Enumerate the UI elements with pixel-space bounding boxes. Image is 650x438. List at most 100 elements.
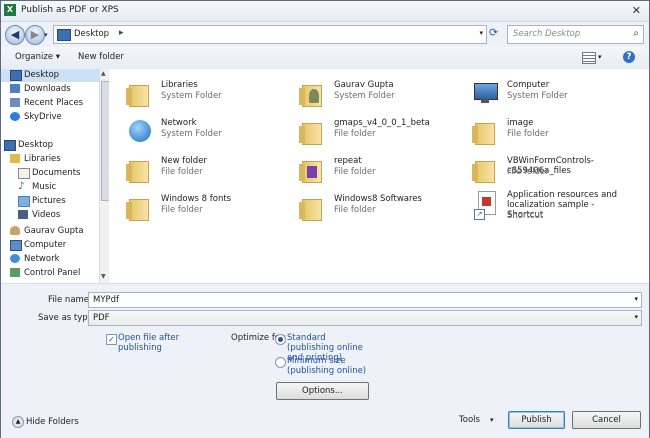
file-type: System Folder xyxy=(334,91,395,101)
sidebar-item-label: Desktop xyxy=(18,140,54,150)
forward-button[interactable]: ▶ xyxy=(25,25,45,45)
file-item-gmaps[interactable]: gmaps_v4_0_0_1_beta File folder xyxy=(299,115,469,149)
folder-icon xyxy=(472,155,500,183)
file-item-windows8-softwares[interactable]: Windows8 Softwares File folder xyxy=(299,191,469,225)
file-item-image[interactable]: image File folder xyxy=(472,115,642,149)
network-icon xyxy=(10,254,20,263)
cancel-button[interactable]: Cancel xyxy=(572,411,641,429)
file-item-vbwinformcontrols[interactable]: VBWinFormControls-c859406a_files File fo… xyxy=(472,153,642,187)
desktop-icon xyxy=(4,140,16,151)
view-dropdown-icon[interactable]: ▾ xyxy=(598,53,602,61)
file-type: File folder xyxy=(334,205,376,215)
title-bar: X Publish as PDF or XPS ✕ xyxy=(1,1,649,22)
file-name-dropdown-icon[interactable]: ▾ xyxy=(634,295,638,303)
folder-icon xyxy=(126,193,154,221)
folder-icon xyxy=(299,193,327,221)
file-name: Network xyxy=(161,118,197,128)
file-name-label: File name: xyxy=(48,295,92,305)
sidebar-item-desktop[interactable]: Desktop xyxy=(1,69,99,82)
skydrive-icon xyxy=(10,112,20,121)
downloads-icon xyxy=(10,84,20,93)
new-folder-button[interactable]: New folder xyxy=(78,52,124,62)
open-after-checkbox[interactable]: ✓ xyxy=(106,334,117,345)
file-item-new-folder[interactable]: New folder File folder xyxy=(126,153,296,187)
hide-folders-button[interactable]: Hide Folders xyxy=(26,417,79,427)
file-name: gmaps_v4_0_0_1_beta xyxy=(334,118,430,128)
file-type: File folder xyxy=(507,167,549,177)
pictures-icon xyxy=(18,196,30,207)
file-item-libraries[interactable]: Libraries System Folder xyxy=(126,77,296,111)
file-item-gaurav-gupta[interactable]: Gaurav Gupta System Folder xyxy=(299,77,469,111)
search-input[interactable]: Search Desktop ⌕ xyxy=(507,25,644,44)
open-after-label[interactable]: Open file after publishing xyxy=(118,333,208,353)
close-icon[interactable]: ✕ xyxy=(632,4,641,17)
view-options-icon[interactable] xyxy=(582,52,596,64)
options-button[interactable]: Options... xyxy=(276,382,369,400)
folder-icon xyxy=(299,117,327,145)
sidebar-item-label: Libraries xyxy=(24,154,61,164)
organize-button[interactable]: Organize ▾ xyxy=(15,52,60,62)
file-name: Computer xyxy=(507,80,550,90)
scroll-down-icon[interactable]: ▼ xyxy=(101,273,106,280)
search-placeholder[interactable]: Search Desktop xyxy=(513,29,580,39)
file-type: File folder xyxy=(334,129,376,139)
file-type: File folder xyxy=(161,167,203,177)
file-item-windows-8-fonts[interactable]: Windows 8 fonts File folder xyxy=(126,191,296,225)
file-name: Windows8 Softwares xyxy=(334,194,422,204)
scroll-up-icon[interactable]: ▲ xyxy=(101,70,106,77)
file-item-repeat[interactable]: repeat File folder xyxy=(299,153,469,187)
file-type: File folder xyxy=(161,205,203,215)
sidebar-item-label: Computer xyxy=(24,240,67,250)
save-as-type-dropdown-icon[interactable]: ▾ xyxy=(634,313,638,321)
address-bar[interactable]: Desktop ▸ ▾ xyxy=(53,25,487,44)
network-icon xyxy=(126,117,154,145)
file-item-computer[interactable]: Computer System Folder xyxy=(472,77,642,111)
save-as-type-value[interactable]: PDF xyxy=(93,313,110,323)
hide-folders-icon[interactable]: ▲ xyxy=(12,416,24,428)
sidebar-item-label: Downloads xyxy=(24,84,71,94)
excel-icon: X xyxy=(4,4,16,16)
videos-icon xyxy=(18,210,28,219)
standard-radio[interactable] xyxy=(275,334,286,345)
sidebar-item-label: Pictures xyxy=(32,196,66,206)
file-item-network[interactable]: Network System Folder xyxy=(126,115,296,149)
sidebar-item-label: Control Panel xyxy=(24,268,81,278)
save-options-panel: File name: MYPdf ▾ Save as type: PDF ▾ ✓… xyxy=(1,283,649,438)
refresh-icon[interactable]: ⟳ xyxy=(489,26,498,39)
file-type: File folder xyxy=(507,129,549,139)
file-item-application-resources-shortcut[interactable]: ↗ Application resources and localization… xyxy=(472,187,642,231)
address-location[interactable]: Desktop xyxy=(74,29,109,39)
help-icon[interactable]: ? xyxy=(623,51,635,63)
sidebar-item-label: SkyDrive xyxy=(24,112,62,122)
publish-button[interactable]: Publish xyxy=(508,411,565,429)
file-type: System Folder xyxy=(161,129,222,139)
search-icon[interactable]: ⌕ xyxy=(633,28,639,39)
file-type: System Folder xyxy=(507,91,568,101)
folder-icon xyxy=(126,155,154,183)
back-button[interactable]: ◀ xyxy=(5,25,25,45)
documents-icon xyxy=(18,168,30,179)
file-list: Libraries System Folder Gaurav Gupta Sys… xyxy=(109,69,649,283)
tools-dropdown-icon[interactable]: ▾ xyxy=(490,416,494,424)
minimum-size-label[interactable]: Minimum size (publishing online) xyxy=(287,356,375,376)
user-icon xyxy=(10,226,20,235)
address-separator-icon[interactable]: ▸ xyxy=(119,28,124,38)
file-name-value[interactable]: MYPdf xyxy=(93,295,119,305)
publish-dialog: X Publish as PDF or XPS ✕ ◀ ▶ ▾ Desktop … xyxy=(0,0,650,438)
file-type: System Folder xyxy=(161,91,222,101)
minimum-size-radio[interactable] xyxy=(275,357,286,368)
navigation-pane: Desktop Downloads Recent Places SkyDrive… xyxy=(1,69,99,283)
address-dropdown-icon[interactable]: ▾ xyxy=(479,29,483,37)
file-name: image xyxy=(507,118,534,128)
sidebar-item-label: Videos xyxy=(32,210,61,220)
file-name-field[interactable]: MYPdf ▾ xyxy=(88,292,642,308)
file-name: repeat xyxy=(334,156,362,166)
desktop-icon xyxy=(10,70,22,81)
tools-button[interactable]: Tools xyxy=(459,415,480,425)
file-type: File folder xyxy=(334,167,376,177)
navigation-bar: ◀ ▶ ▾ Desktop ▸ ▾ ⟳ Search Desktop ⌕ xyxy=(1,21,649,47)
sidebar-item-label: Network xyxy=(24,254,60,264)
save-as-type-select[interactable]: PDF ▾ xyxy=(88,310,642,326)
recent-locations-dropdown-icon[interactable]: ▾ xyxy=(44,31,48,39)
computer-icon xyxy=(10,240,22,251)
